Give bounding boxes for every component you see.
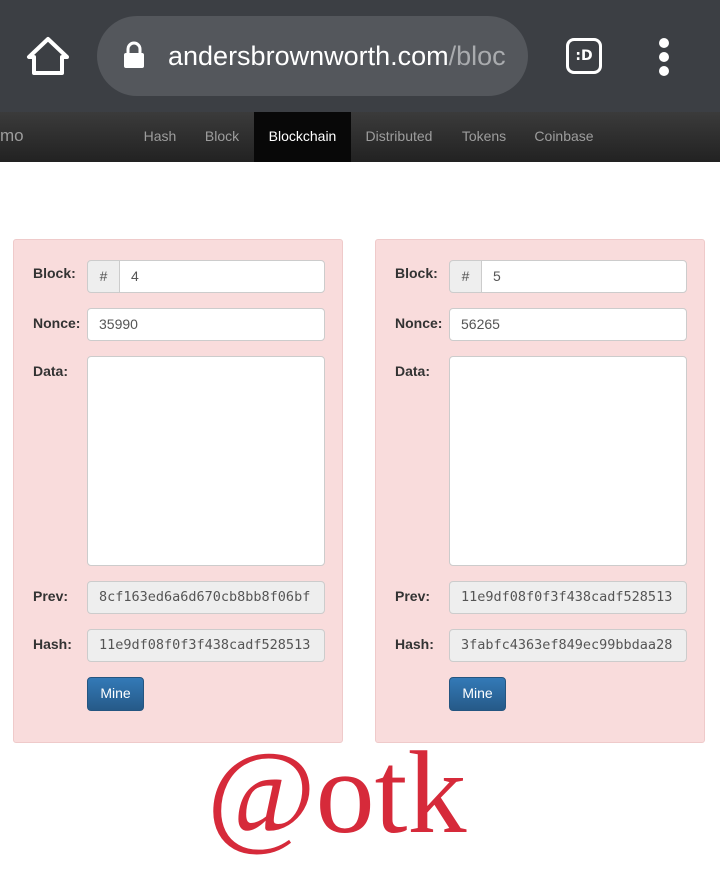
- more-vert-icon[interactable]: [656, 38, 672, 76]
- prev-hash-field: 8cf163ed6a6d670cb8bb8f06bf: [87, 581, 325, 614]
- address-bar[interactable]: andersbrownworth.com/bloc: [97, 16, 528, 96]
- block-card: Block: # 4 Nonce: 35990 Data: Prev: 8cf1…: [13, 239, 343, 743]
- block-number-input[interactable]: 4: [119, 260, 325, 293]
- prev-label: Prev:: [395, 588, 431, 604]
- nav-item-hash[interactable]: Hash: [130, 112, 190, 162]
- data-textarea[interactable]: [87, 356, 325, 566]
- nonce-input[interactable]: 56265: [449, 308, 687, 341]
- site-brand[interactable]: mo: [0, 126, 24, 146]
- nav-item-distributed[interactable]: Distributed: [354, 112, 444, 162]
- block-label: Block:: [33, 265, 76, 281]
- home-icon[interactable]: [26, 36, 70, 76]
- url-path: /bloc: [448, 41, 506, 71]
- nav-item-coinbase[interactable]: Coinbase: [526, 112, 602, 162]
- nav-item-blockchain[interactable]: Blockchain: [254, 112, 351, 162]
- url-host: andersbrownworth.com: [168, 41, 449, 71]
- block-number-input[interactable]: 5: [481, 260, 687, 293]
- tab-switcher-icon[interactable]: :D: [566, 38, 602, 74]
- nav-item-tokens[interactable]: Tokens: [450, 112, 518, 162]
- block-number-addon: #: [87, 260, 120, 293]
- data-label: Data:: [395, 363, 431, 379]
- hash-label: Hash:: [395, 636, 434, 652]
- nav-item-block[interactable]: Block: [192, 112, 252, 162]
- data-label: Data:: [33, 363, 69, 379]
- watermark-text: @otk: [207, 727, 467, 858]
- browser-toolbar: andersbrownworth.com/bloc :D: [0, 0, 720, 112]
- hash-field: 3fabfc4363ef849ec99bbdaa28: [449, 629, 687, 662]
- hash-field: 11e9df08f0f3f438cadf528513: [87, 629, 325, 662]
- mine-button[interactable]: Mine: [449, 677, 506, 711]
- block-number-addon: #: [449, 260, 482, 293]
- lock-icon: [124, 41, 144, 68]
- nonce-label: Nonce:: [395, 315, 443, 331]
- prev-hash-field: 11e9df08f0f3f438cadf528513: [449, 581, 687, 614]
- block-card: Block: # 5 Nonce: 56265 Data: Prev: 11e9…: [375, 239, 705, 743]
- block-label: Block:: [395, 265, 438, 281]
- prev-label: Prev:: [33, 588, 69, 604]
- nonce-input[interactable]: 35990: [87, 308, 325, 341]
- nonce-label: Nonce:: [33, 315, 81, 331]
- hash-label: Hash:: [33, 636, 72, 652]
- data-textarea[interactable]: [449, 356, 687, 566]
- site-navbar: mo Hash Block Blockchain Distributed Tok…: [0, 112, 720, 162]
- mine-button[interactable]: Mine: [87, 677, 144, 711]
- url-text: andersbrownworth.com/bloc: [168, 38, 513, 74]
